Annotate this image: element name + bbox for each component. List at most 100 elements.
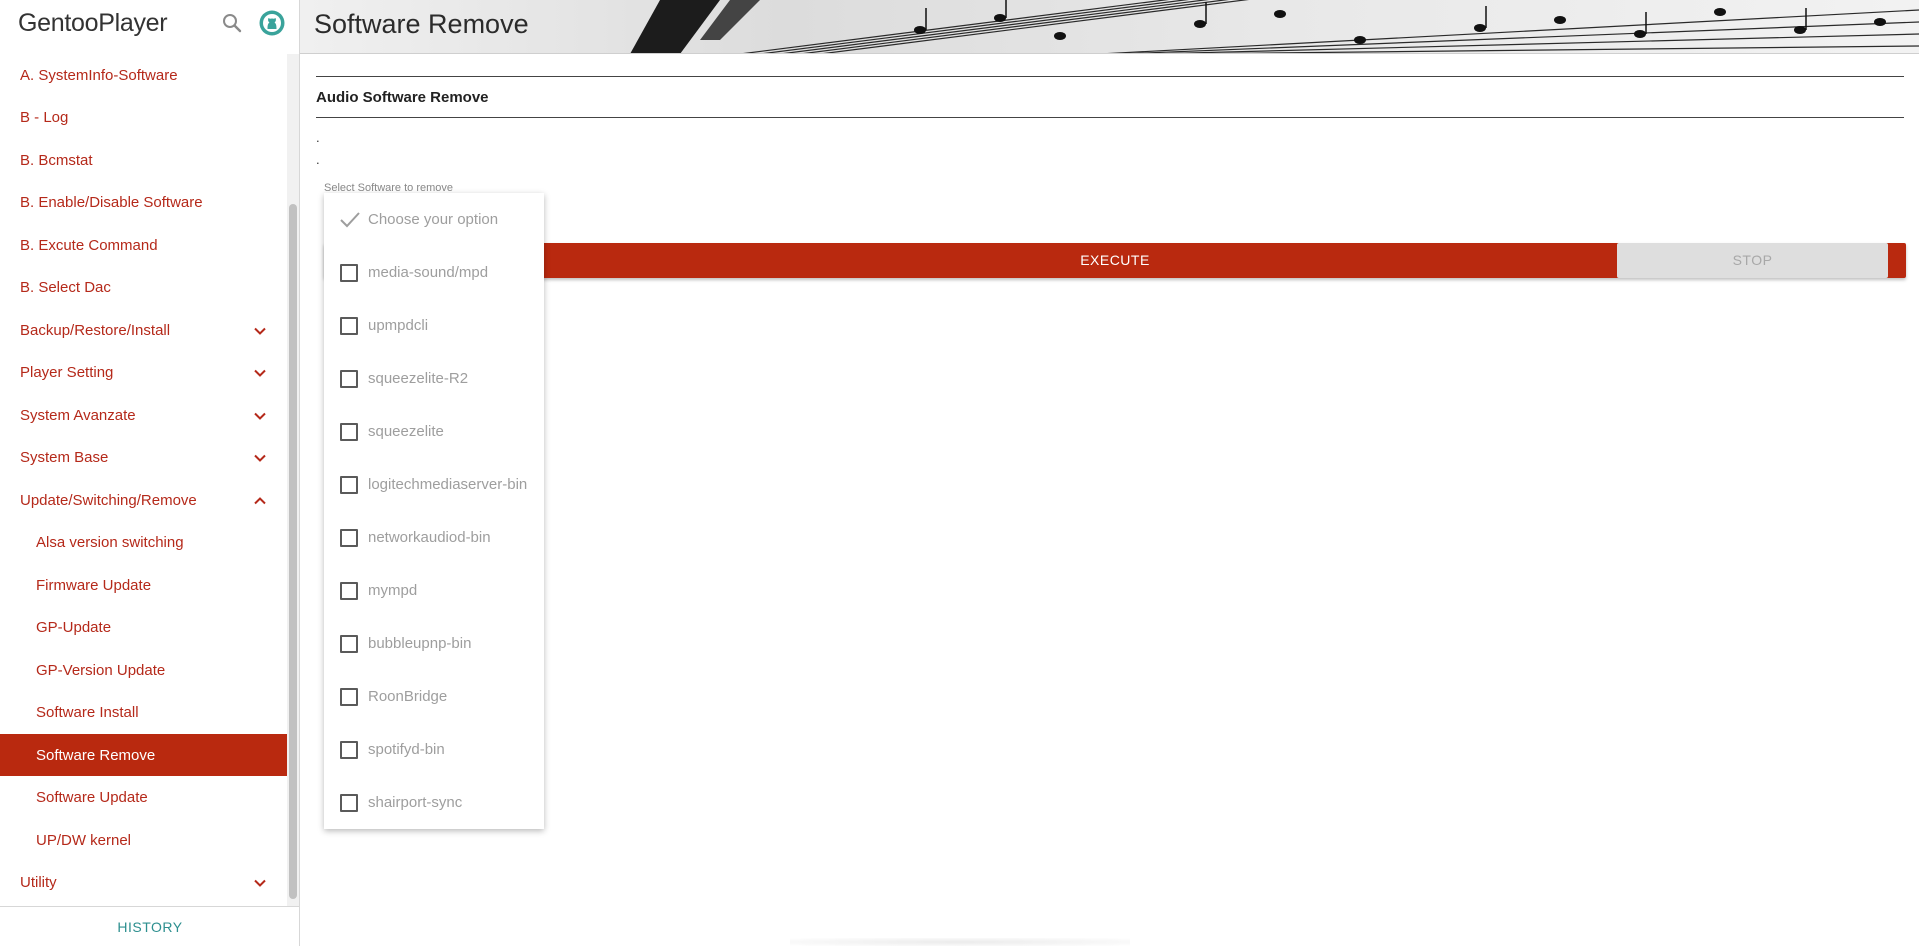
dropdown-option[interactable]: RoonBridge bbox=[324, 670, 544, 723]
history-button[interactable]: HISTORY bbox=[0, 907, 300, 947]
section-header: Audio Software Remove bbox=[316, 76, 1904, 118]
sidebar: GentooPlayer A. SystemInfo-Software B - … bbox=[0, 0, 300, 946]
checkbox[interactable] bbox=[340, 422, 358, 441]
checkbox[interactable] bbox=[340, 793, 358, 812]
sidebar-item-label: B. Excute Command bbox=[20, 236, 158, 254]
sidebar-item-software-update[interactable]: Software Update bbox=[0, 776, 288, 818]
option-label: RoonBridge bbox=[368, 688, 448, 705]
sidebar-item-label: Update/Switching/Remove bbox=[20, 491, 197, 509]
sidebar-header: GentooPlayer bbox=[0, 0, 300, 46]
sidebar-item-excute-command[interactable]: B. Excute Command bbox=[0, 224, 288, 266]
option-label: bubbleupnp-bin bbox=[368, 635, 472, 652]
dropdown-option[interactable]: logitechmediaserver-bin bbox=[324, 458, 544, 511]
sidebar-item-label: System Base bbox=[20, 448, 109, 466]
sidebar-item-firmware-update[interactable]: Firmware Update bbox=[0, 564, 288, 606]
checkbox[interactable] bbox=[340, 475, 358, 494]
header-banner: Software Remove bbox=[300, 0, 1919, 54]
search-icon[interactable] bbox=[220, 11, 244, 35]
dropdown-option[interactable]: squeezelite bbox=[324, 405, 544, 458]
sidebar-item-up-dw-kernel[interactable]: UP/DW kernel bbox=[0, 819, 288, 861]
option-label: shairport-sync bbox=[368, 794, 463, 811]
option-label: squeezelite-R2 bbox=[368, 370, 469, 387]
sidebar-item-select-dac[interactable]: B. Select Dac bbox=[0, 266, 288, 308]
checkbox[interactable] bbox=[340, 316, 358, 335]
sidebar-item-gp-update[interactable]: GP-Update bbox=[0, 606, 288, 648]
chevron-up-icon bbox=[254, 497, 266, 505]
dropdown-option[interactable]: media-sound/mpd bbox=[324, 246, 544, 299]
chevron-down-icon bbox=[254, 327, 266, 335]
checkbox[interactable] bbox=[340, 528, 358, 547]
sidebar-item-gp-version-update[interactable]: GP-Version Update bbox=[0, 649, 288, 691]
option-label: media-sound/mpd bbox=[368, 264, 489, 281]
sidebar-item-label: Software Install bbox=[36, 703, 139, 721]
option-label: squeezelite bbox=[368, 423, 444, 440]
sidebar-item-log[interactable]: B - Log bbox=[0, 96, 288, 138]
checkbox[interactable] bbox=[340, 263, 358, 282]
dropdown-option[interactable]: squeezelite-R2 bbox=[324, 352, 544, 405]
sidebar-item-software-remove[interactable]: Software Remove bbox=[0, 734, 288, 776]
sidebar-item-label: A. SystemInfo-Software bbox=[20, 66, 178, 84]
sidebar-item-label: B - Log bbox=[20, 108, 69, 126]
sidebar-item-label: GP-Version Update bbox=[36, 661, 166, 679]
sidebar-item-update-switching-remove[interactable]: Update/Switching/Remove bbox=[0, 479, 288, 521]
software-select-dropdown[interactable]: Choose your option media-sound/mpd upmpd… bbox=[324, 193, 544, 829]
dropdown-option[interactable]: networkaudiod-bin bbox=[324, 511, 544, 564]
chevron-down-icon bbox=[254, 412, 266, 420]
sidebar-item-label: Alsa version switching bbox=[36, 533, 184, 551]
sidebar-item-label: System Avanzate bbox=[20, 406, 136, 424]
sidebar-scrollbar[interactable] bbox=[287, 54, 299, 906]
sidebar-item-label: Software Update bbox=[36, 788, 148, 806]
section-title: Audio Software Remove bbox=[316, 89, 489, 106]
dropdown-option[interactable]: upmpdcli bbox=[324, 299, 544, 352]
sidebar-item-player-setting[interactable]: Player Setting bbox=[0, 351, 288, 393]
option-label: Choose your option bbox=[368, 211, 499, 228]
sidebar-item-system-avanzate[interactable]: System Avanzate bbox=[0, 394, 288, 436]
sidebar-item-backup-restore-install[interactable]: Backup/Restore/Install bbox=[0, 309, 288, 351]
sheet-music-image bbox=[300, 0, 1919, 53]
option-label: upmpdcli bbox=[368, 317, 429, 334]
option-label: networkaudiod-bin bbox=[368, 529, 491, 546]
sidebar-item-systeminfo-software[interactable]: A. SystemInfo-Software bbox=[0, 54, 288, 96]
status-text: . bbox=[316, 130, 320, 145]
history-bar: HISTORY bbox=[0, 906, 300, 946]
option-label: logitechmediaserver-bin bbox=[368, 476, 528, 493]
sidebar-item-label: B. Select Dac bbox=[20, 278, 111, 296]
checkbox[interactable] bbox=[340, 740, 358, 759]
dropdown-option[interactable]: spotifyd-bin bbox=[324, 723, 544, 776]
checkbox[interactable] bbox=[340, 687, 358, 706]
scrollbar-thumb[interactable] bbox=[289, 204, 297, 899]
brand-title: GentooPlayer bbox=[18, 9, 168, 37]
bottom-shadow bbox=[790, 938, 1130, 946]
sidebar-item-label: Backup/Restore/Install bbox=[20, 321, 171, 339]
checkbox[interactable] bbox=[340, 369, 358, 388]
chevron-down-icon bbox=[254, 879, 266, 887]
sidebar-item-software-install[interactable]: Software Install bbox=[0, 691, 288, 733]
main-content: Software Remove Audio Software Remove . … bbox=[300, 0, 1919, 946]
dropdown-option[interactable]: mympd bbox=[324, 564, 544, 617]
sidebar-item-label: UP/DW kernel bbox=[36, 831, 132, 849]
stop-button[interactable]: STOP bbox=[1617, 243, 1888, 278]
chevron-down-icon bbox=[254, 454, 266, 462]
sidebar-item-alsa-version-switching[interactable]: Alsa version switching bbox=[0, 521, 288, 563]
page-title: Software Remove bbox=[314, 9, 529, 39]
sidebar-item-label: B. Enable/Disable Software bbox=[20, 193, 203, 211]
github-icon[interactable] bbox=[259, 10, 285, 36]
status-text: . bbox=[316, 152, 320, 167]
sidebar-item-bcmstat[interactable]: B. Bcmstat bbox=[0, 139, 288, 181]
chevron-down-icon bbox=[254, 369, 266, 377]
dropdown-option[interactable]: bubbleupnp-bin bbox=[324, 617, 544, 670]
checkmark-icon bbox=[340, 211, 360, 227]
sidebar-item-utility[interactable]: Utility bbox=[0, 861, 288, 903]
dropdown-option-placeholder[interactable]: Choose your option bbox=[324, 193, 544, 246]
dropdown-option[interactable]: shairport-sync bbox=[324, 776, 544, 829]
nav-menu: A. SystemInfo-Software B - Log B. Bcmsta… bbox=[0, 54, 288, 904]
sidebar-item-label: Software Remove bbox=[36, 746, 156, 764]
sidebar-item-system-base[interactable]: System Base bbox=[0, 436, 288, 478]
option-label: mympd bbox=[368, 582, 418, 599]
checkbox[interactable] bbox=[340, 634, 358, 653]
sidebar-item-enable-disable-software[interactable]: B. Enable/Disable Software bbox=[0, 181, 288, 223]
sidebar-item-label: Utility bbox=[20, 873, 57, 891]
sidebar-item-label: Firmware Update bbox=[36, 576, 152, 594]
sidebar-item-label: GP-Update bbox=[36, 618, 112, 636]
checkbox[interactable] bbox=[340, 581, 358, 600]
